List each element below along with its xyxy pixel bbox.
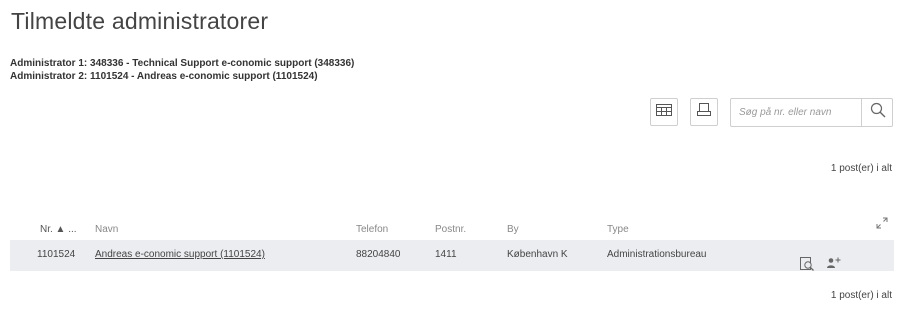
table-header: Nr. ▲ ... Navn Telefon Postnr. By Type bbox=[0, 220, 900, 238]
column-header-telefon[interactable]: Telefon bbox=[356, 224, 388, 235]
expand-button[interactable] bbox=[872, 215, 892, 235]
column-header-type[interactable]: Type bbox=[607, 224, 629, 235]
column-header-navn[interactable]: Navn bbox=[95, 224, 118, 235]
print-icon bbox=[696, 102, 712, 123]
preview-icon bbox=[799, 256, 815, 275]
search-button[interactable] bbox=[862, 99, 893, 126]
column-header-postnr[interactable]: Postnr. bbox=[435, 224, 466, 235]
page-title: Tilmeldte administratorer bbox=[11, 8, 269, 34]
cell-type: Administrationsbureau bbox=[607, 249, 707, 260]
cell-by: København K bbox=[507, 249, 568, 260]
preview-button[interactable] bbox=[798, 247, 816, 271]
add-user-icon bbox=[826, 256, 842, 273]
search-box bbox=[730, 98, 893, 127]
record-count-bottom: 1 post(er) i alt bbox=[830, 290, 892, 301]
column-header-nr[interactable]: Nr. ▲ ... bbox=[40, 224, 77, 235]
administrator-1: Administrator 1: 348336 - Technical Supp… bbox=[10, 58, 355, 69]
administrator-list: Administrator 1: 348336 - Technical Supp… bbox=[10, 57, 354, 83]
search-icon bbox=[870, 102, 886, 123]
cell-navn-link[interactable]: Andreas e-conomic support (1101524) bbox=[95, 249, 265, 260]
search-input[interactable] bbox=[731, 99, 859, 126]
administrator-2: Administrator 2: 1101524 - Andreas e-con… bbox=[10, 71, 318, 82]
record-count-top: 1 post(er) i alt bbox=[830, 163, 892, 174]
cell-postnr: 1411 bbox=[435, 249, 457, 260]
add-user-button[interactable] bbox=[825, 247, 843, 268]
cell-nr: 1101524 bbox=[37, 249, 76, 260]
print-button[interactable] bbox=[690, 98, 718, 126]
cell-telefon: 88204840 bbox=[356, 249, 401, 260]
expand-icon bbox=[876, 216, 888, 234]
columns-button[interactable] bbox=[650, 98, 678, 126]
table-row: 1101524 Andreas e-conomic support (11015… bbox=[10, 240, 894, 271]
column-header-by[interactable]: By bbox=[507, 224, 519, 235]
columns-icon bbox=[656, 103, 672, 121]
